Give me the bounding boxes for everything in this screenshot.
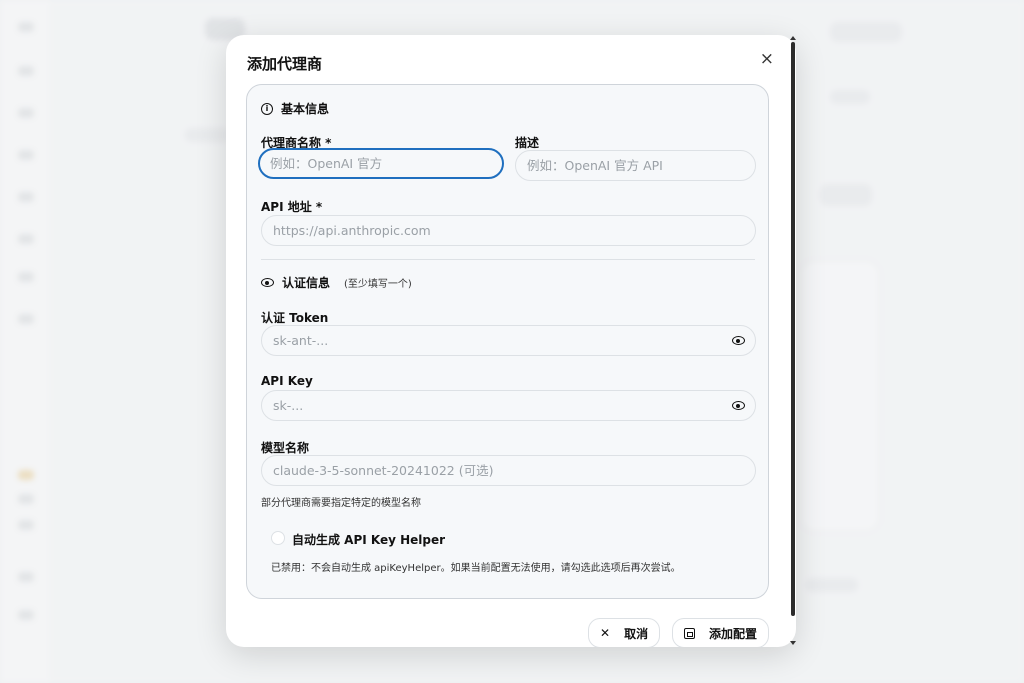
- api-key-field[interactable]: sk-...: [261, 390, 756, 421]
- api-key-helper-hint: 已禁用：不会自动生成 apiKeyHelper。如果当前配置无法使用，请勾选此选…: [271, 563, 681, 574]
- model-name-label: 模型名称: [261, 441, 310, 455]
- auth-info-note: (至少填写一个): [344, 279, 412, 290]
- show-key-icon[interactable]: [732, 401, 745, 410]
- model-name-input[interactable]: claude-3-5-sonnet-20241022 (可选): [261, 455, 756, 486]
- add-config-label: 添加配置: [709, 626, 758, 641]
- add-provider-dialog: 添加代理商 × i 基本信息 代理商名称 * 例如：OpenAI 官方 描述 例…: [226, 35, 796, 647]
- auth-info-title: 认证信息: [282, 276, 331, 290]
- api-key-helper-toggle[interactable]: [271, 531, 285, 545]
- form-section: i 基本信息 代理商名称 * 例如：OpenAI 官方 描述 例如：OpenAI…: [246, 84, 769, 599]
- save-icon: [684, 627, 695, 639]
- description-input[interactable]: 例如：OpenAI 官方 API: [515, 150, 756, 181]
- api-key-helper-label[interactable]: 自动生成 API Key Helper: [292, 531, 445, 548]
- api-url-input[interactable]: https://api.anthropic.com: [261, 215, 756, 246]
- eye-icon: [261, 278, 274, 287]
- scroll-down-arrow-icon[interactable]: [790, 641, 796, 645]
- api-url-label: API 地址 *: [261, 200, 323, 214]
- scroll-up-arrow-icon[interactable]: [790, 36, 796, 40]
- description-label: 描述: [515, 136, 540, 150]
- section-divider: [261, 259, 755, 260]
- close-icon: ✕: [600, 626, 611, 640]
- api-key-placeholder: sk-...: [273, 398, 304, 413]
- auth-token-placeholder: sk-ant-...: [273, 333, 329, 348]
- auth-token-field[interactable]: sk-ant-...: [261, 325, 756, 356]
- basic-info-title: 基本信息: [281, 102, 330, 116]
- provider-name-input[interactable]: 例如：OpenAI 官方: [258, 148, 504, 179]
- cancel-label: 取消: [624, 626, 649, 641]
- show-token-icon[interactable]: [732, 336, 745, 345]
- close-icon[interactable]: ×: [760, 49, 774, 69]
- dialog-title: 添加代理商: [247, 55, 323, 73]
- basic-info-header: i 基本信息: [261, 100, 329, 117]
- api-key-label: API Key: [261, 374, 313, 388]
- info-icon: i: [261, 102, 273, 115]
- dialog-scrollbar[interactable]: [791, 42, 795, 616]
- add-config-button[interactable]: 添加配置: [672, 618, 770, 647]
- cancel-button[interactable]: ✕ 取消: [588, 618, 661, 647]
- auth-info-header: 认证信息 (至少填写一个): [261, 274, 412, 291]
- model-name-hint: 部分代理商需要指定特定的模型名称: [261, 498, 421, 509]
- auth-token-label: 认证 Token: [261, 311, 329, 325]
